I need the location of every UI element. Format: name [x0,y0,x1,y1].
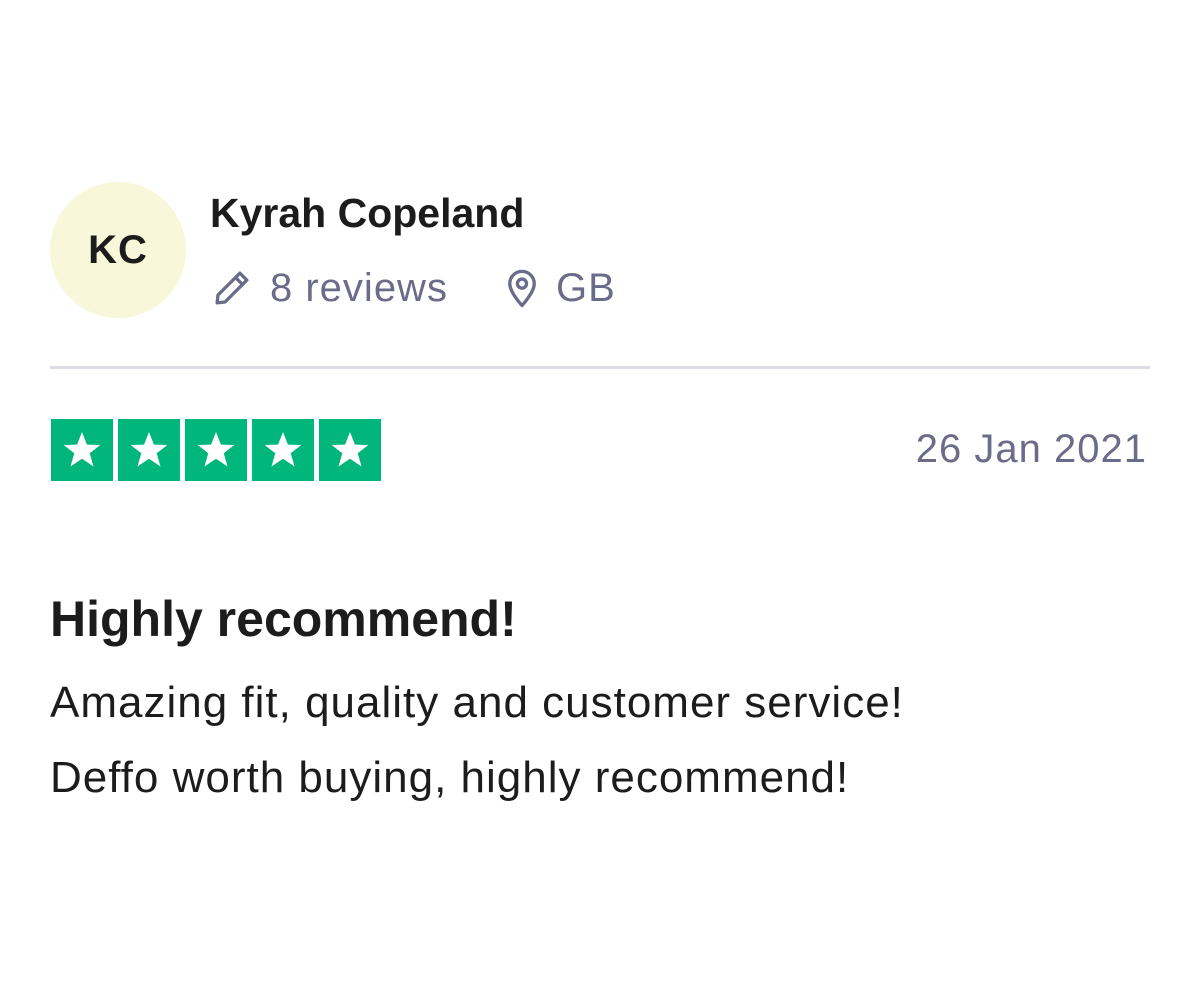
reviewer-location: GB [555,265,616,310]
star-icon [252,419,314,481]
pencil-icon [210,266,254,310]
review-card: KC Kyrah Copeland 8 reviews GB 26 Jan 20… [50,0,1150,1000]
location-pin-icon [500,266,544,310]
avatar: KC [50,182,186,318]
star-icon [319,419,381,481]
star-icon [118,419,180,481]
review-date: 26 Jan 2021 [915,427,1147,471]
star-icon [51,419,113,481]
reviewer-meta: 8 reviews GB [210,262,616,314]
review-title[interactable]: Highly recommend! [50,590,517,648]
divider [50,366,1150,369]
star-rating [51,419,381,481]
reviews-count: 8 reviews [270,265,448,310]
review-body-line-2: Deffo worth buying, highly recommend! [50,753,850,802]
star-icon [185,419,247,481]
avatar-initials: KC [88,227,148,272]
reviewer-name[interactable]: Kyrah Copeland [210,190,524,237]
review-body-line-1: Amazing fit, quality and customer servic… [50,678,904,727]
